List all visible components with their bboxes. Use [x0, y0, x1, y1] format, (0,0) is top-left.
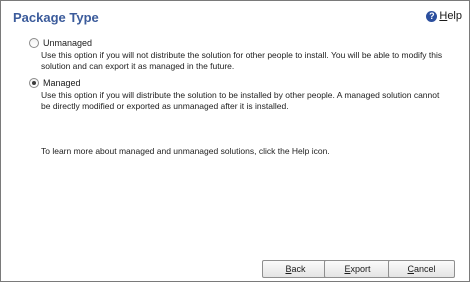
learn-more-text: To learn more about managed and unmanage… [41, 146, 330, 156]
cancel-button[interactable]: Cancel [388, 260, 455, 278]
managed-radio[interactable] [29, 78, 39, 88]
managed-label[interactable]: Managed [43, 78, 81, 88]
page-title: Package Type [13, 10, 99, 25]
help-label[interactable]: Help [439, 10, 462, 22]
export-button[interactable]: Export [324, 260, 391, 278]
help-link[interactable]: ? Help [426, 10, 462, 22]
cancel-button-label[interactable]: Cancel [407, 264, 435, 274]
back-button[interactable]: Back [262, 260, 329, 278]
help-icon[interactable]: ? [426, 10, 438, 22]
option-unmanaged: Unmanaged Use this option if you will no… [29, 38, 451, 72]
option-managed: Managed Use this option if you will dist… [29, 78, 451, 112]
managed-radio-row[interactable]: Managed [29, 78, 451, 88]
dialog: Package Type ? Help Unmanaged Use this o… [0, 0, 470, 282]
unmanaged-radio-row[interactable]: Unmanaged [29, 38, 451, 48]
unmanaged-description: Use this option if you will not distribu… [41, 50, 443, 71]
export-button-label[interactable]: Export [344, 264, 370, 274]
unmanaged-label[interactable]: Unmanaged [43, 38, 92, 48]
unmanaged-radio[interactable] [29, 38, 39, 48]
back-button-label[interactable]: Back [285, 264, 305, 274]
managed-description: Use this option if you will distribute t… [41, 90, 440, 111]
